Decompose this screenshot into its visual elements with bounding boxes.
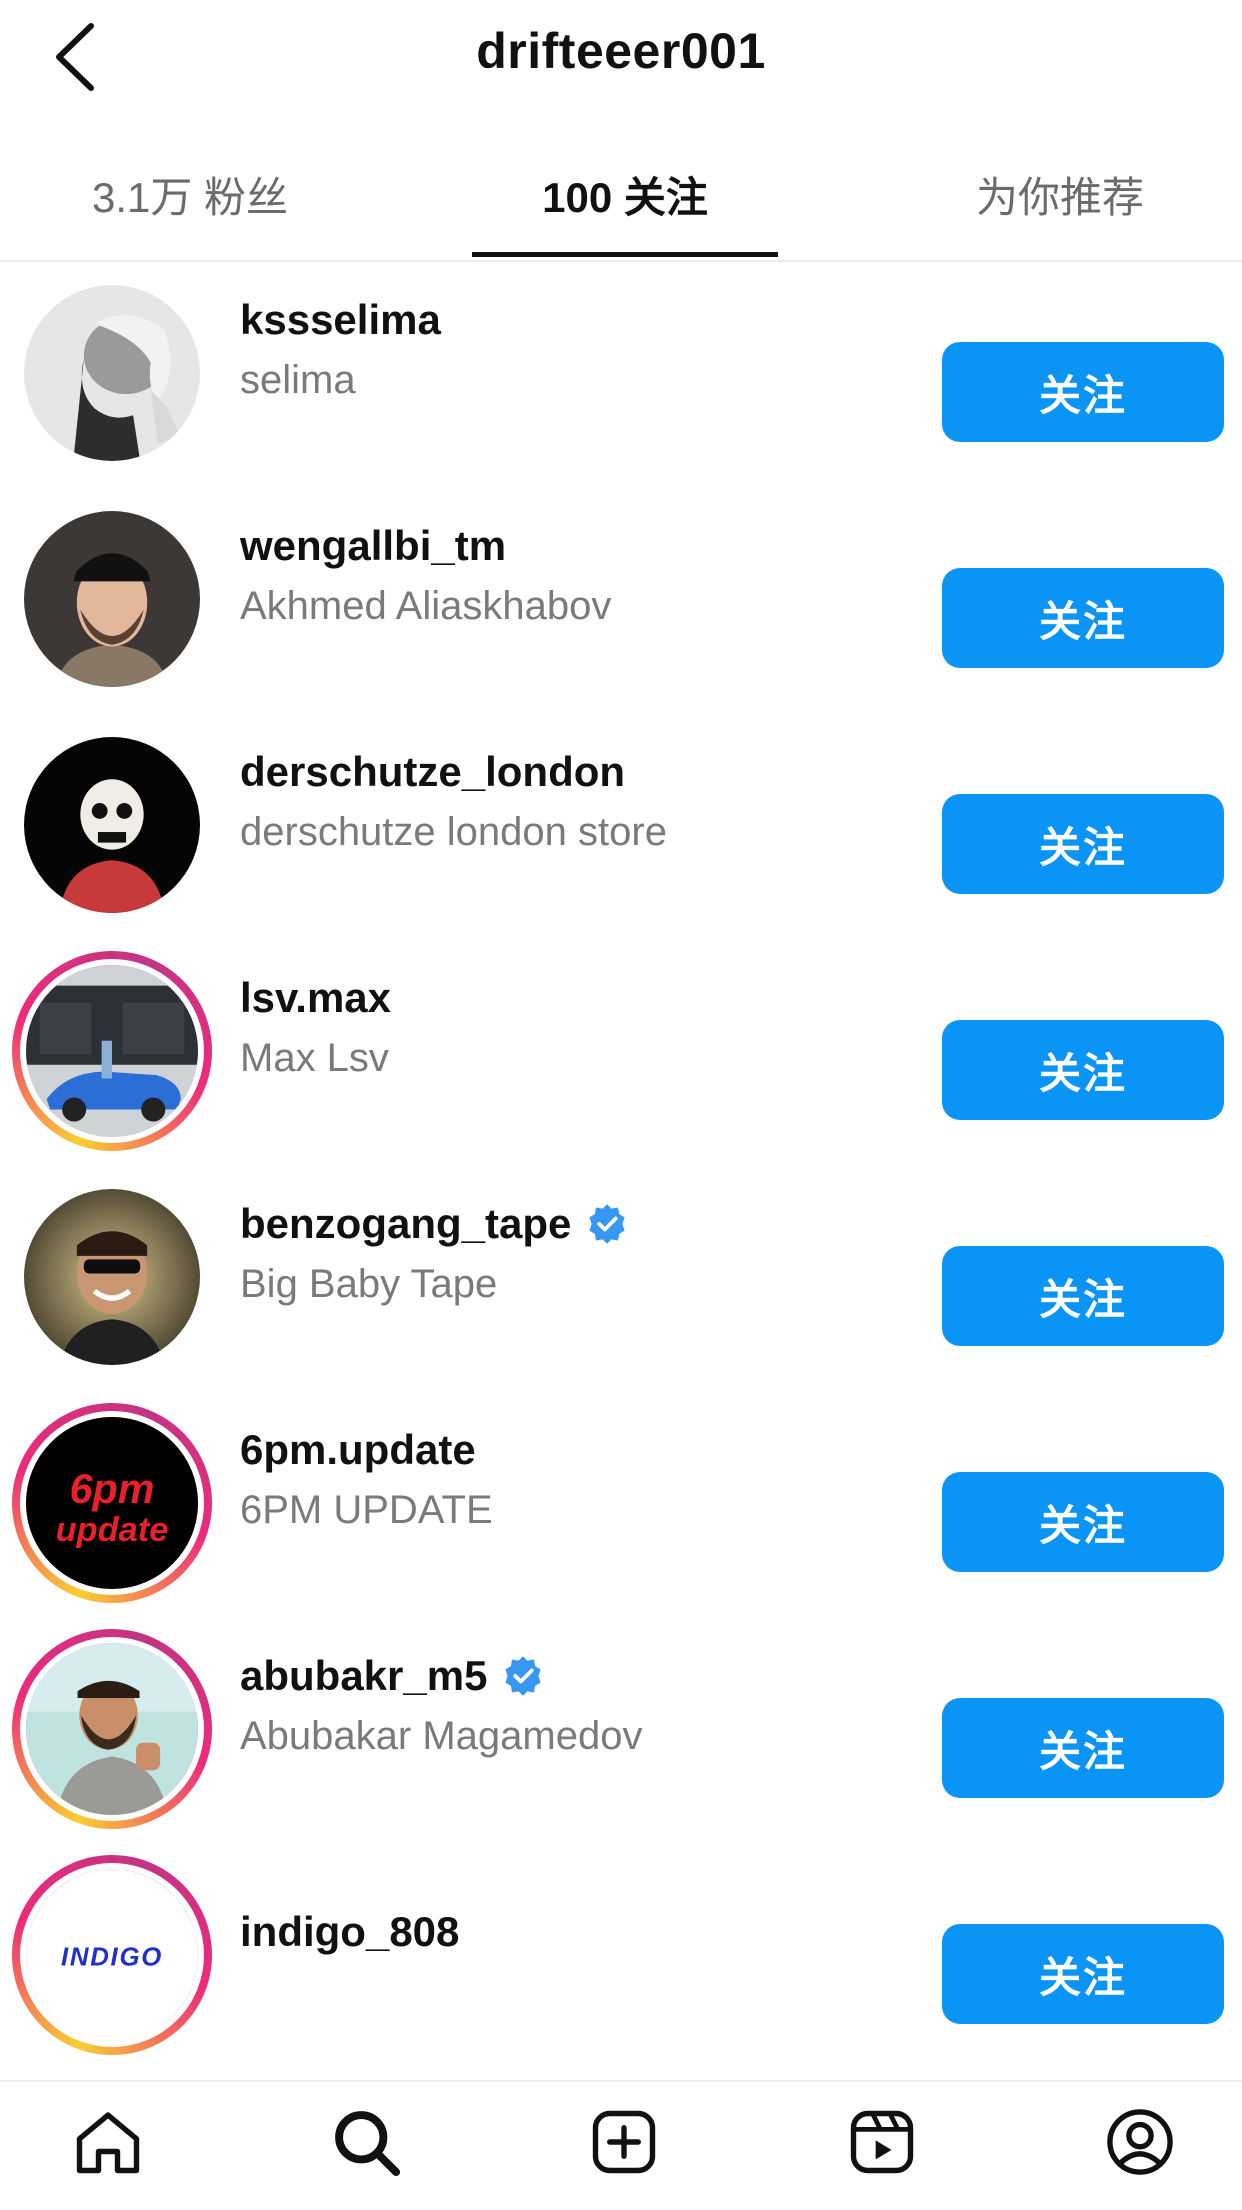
follow-button[interactable]: 关注 [942,1246,1224,1346]
username[interactable]: wengallbi_tm [240,522,506,570]
avatar-image: 6pm update [26,1417,198,1589]
username[interactable]: abubakr_m5 [240,1652,487,1700]
nav-reels[interactable] [832,2092,932,2192]
full-name: Akhmed Aliaskhabov [240,584,612,628]
avatar-story-ring[interactable] [12,951,212,1151]
avatar-image [24,1189,200,1365]
username[interactable]: benzogang_tape [240,1200,571,1248]
follow-button[interactable]: 关注 [942,1924,1224,2024]
avatar-image [26,1643,198,1815]
reels-icon [850,2110,914,2174]
list-item[interactable]: kssselima selima 关注 [0,260,1242,486]
active-tab-indicator [472,252,778,257]
avatar-image: INDIGO [26,1869,198,2041]
follow-button[interactable]: 关注 [942,794,1224,894]
avatar[interactable] [24,285,200,461]
avatar-image [26,965,198,1137]
create-icon [592,2110,656,2174]
header: drifteeer001 [0,0,1242,110]
full-name: Big Baby Tape [240,1262,498,1306]
full-name: selima [240,358,356,402]
username[interactable]: derschutze_london [240,748,625,796]
avatar-story-ring[interactable] [12,1629,212,1829]
avatar-story-ring[interactable]: 6pm update [12,1403,212,1603]
follow-button[interactable]: 关注 [942,568,1224,668]
tab-following[interactable]: 100 关注 [472,128,778,260]
nav-create[interactable] [574,2092,674,2192]
avatar-image [24,737,200,913]
follow-button[interactable]: 关注 [942,1020,1224,1120]
full-name: Max Lsv [240,1036,389,1080]
verified-badge-icon [589,1204,625,1244]
avatar[interactable] [24,1189,200,1365]
avatar-story-ring[interactable]: INDIGO [12,1855,212,2055]
verified-badge-icon [505,1656,542,1696]
avatar[interactable] [24,737,200,913]
avatar-logo-text: INDIGO [61,1943,163,1971]
search-icon [335,2111,401,2177]
nav-profile[interactable] [1090,2092,1190,2192]
page-title: drifteeer001 [476,23,766,79]
bottom-nav [0,2080,1242,2210]
list-item[interactable]: wengallbi_tm Akhmed Aliaskhabov 关注 [0,486,1242,712]
avatar-logo-top: 6pm [70,1466,155,1512]
username[interactable]: indigo_808 [240,1908,459,1956]
full-name: derschutze london store [240,810,667,854]
list-item[interactable]: INDIGO indigo_808 关注 [0,1842,1242,2068]
username[interactable]: kssselima [240,296,441,344]
profile-icon [1107,2109,1173,2175]
tab-suggested[interactable]: 为你推荐 [930,128,1190,260]
list-item[interactable]: lsv.max Max Lsv 关注 [0,938,1242,1164]
nav-search[interactable] [316,2092,416,2192]
avatar-image [24,511,200,687]
tabs-bar: 3.1万 粉丝 100 关注 为你推荐 [0,128,1242,262]
nav-home[interactable] [58,2092,158,2192]
follow-button[interactable]: 关注 [942,1472,1224,1572]
avatar-image [24,285,200,461]
follow-button[interactable]: 关注 [942,1698,1224,1798]
username[interactable]: lsv.max [240,974,391,1022]
username[interactable]: 6pm.update [240,1426,476,1474]
follow-button[interactable]: 关注 [942,342,1224,442]
full-name: 6PM UPDATE [240,1488,493,1532]
list-item[interactable]: derschutze_london derschutze london stor… [0,712,1242,938]
avatar-logo-bottom: update [56,1511,169,1549]
tab-followers[interactable]: 3.1万 粉丝 [50,128,330,260]
list-item[interactable]: abubakr_m5 Abubakar Magamedov 关注 [0,1616,1242,1842]
home-icon [76,2112,140,2174]
full-name: Abubakar Magamedov [240,1714,643,1758]
avatar[interactable] [24,511,200,687]
list-item[interactable]: 6pm update 6pm.update 6PM UPDATE 关注 [0,1390,1242,1616]
list-item[interactable]: benzogang_tape Big Baby Tape 关注 [0,1164,1242,1390]
